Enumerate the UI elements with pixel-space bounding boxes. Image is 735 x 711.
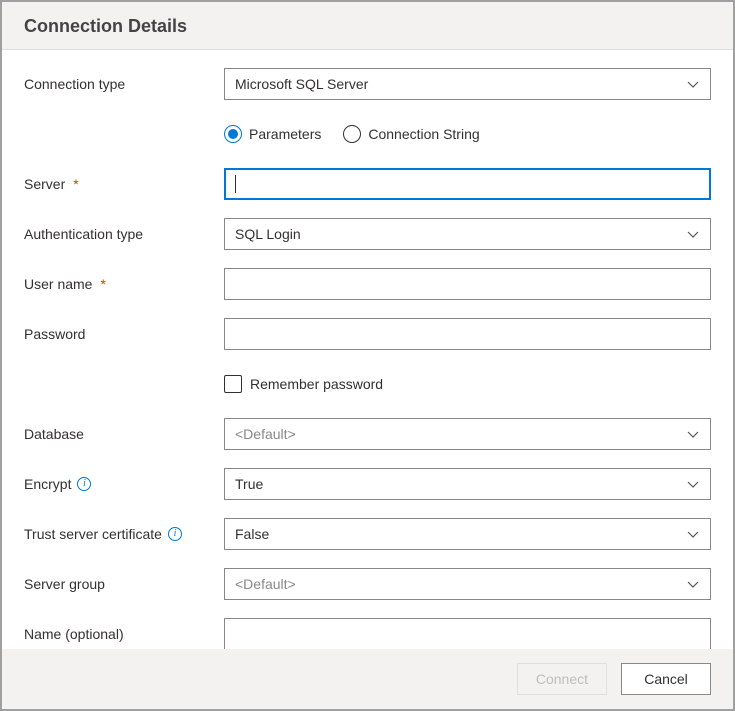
remember-password-checkbox[interactable]: Remember password xyxy=(224,375,711,393)
server-group-value: <Default> xyxy=(235,576,296,592)
label-server: Server * xyxy=(24,176,224,192)
chevron-down-icon xyxy=(686,77,700,91)
database-select[interactable]: <Default> xyxy=(224,418,711,450)
chevron-down-icon xyxy=(686,477,700,491)
radio-parameters[interactable]: Parameters xyxy=(224,125,321,143)
info-icon[interactable]: i xyxy=(168,527,182,541)
cancel-button[interactable]: Cancel xyxy=(621,663,711,695)
label-trust-cert: Trust server certificate i xyxy=(24,526,224,542)
checkbox-unchecked-icon xyxy=(224,375,242,393)
connection-type-select[interactable]: Microsoft SQL Server xyxy=(224,68,711,100)
auth-type-value: SQL Login xyxy=(235,226,301,242)
label-user-name: User name * xyxy=(24,276,224,292)
input-mode-radio-group: Parameters Connection String xyxy=(224,125,711,143)
required-asterisk: * xyxy=(73,176,78,192)
remember-password-label: Remember password xyxy=(250,376,383,392)
encrypt-select[interactable]: True xyxy=(224,468,711,500)
radio-connection-string[interactable]: Connection String xyxy=(343,125,479,143)
radio-connection-string-label: Connection String xyxy=(368,126,479,142)
trust-cert-select[interactable]: False xyxy=(224,518,711,550)
label-server-group: Server group xyxy=(24,576,224,592)
dialog-title: Connection Details xyxy=(2,2,733,50)
text-caret xyxy=(235,175,236,193)
chevron-down-icon xyxy=(686,427,700,441)
dialog-body: Connection type Microsoft SQL Server Par… xyxy=(2,50,733,649)
label-password: Password xyxy=(24,326,224,342)
auth-type-select[interactable]: SQL Login xyxy=(224,218,711,250)
connection-type-value: Microsoft SQL Server xyxy=(235,76,368,92)
encrypt-value: True xyxy=(235,476,263,492)
label-name-optional: Name (optional) xyxy=(24,626,224,642)
dialog-footer: Connect Cancel xyxy=(2,649,733,709)
radio-checked-icon xyxy=(224,125,242,143)
label-connection-type: Connection type xyxy=(24,76,224,92)
server-group-select[interactable]: <Default> xyxy=(224,568,711,600)
label-database: Database xyxy=(24,426,224,442)
trust-cert-value: False xyxy=(235,526,269,542)
chevron-down-icon xyxy=(686,227,700,241)
info-icon[interactable]: i xyxy=(77,477,91,491)
chevron-down-icon xyxy=(686,577,700,591)
chevron-down-icon xyxy=(686,527,700,541)
user-name-input[interactable] xyxy=(224,268,711,300)
server-input[interactable] xyxy=(224,168,711,200)
connection-details-dialog: Connection Details Connection type Micro… xyxy=(0,0,735,711)
label-auth-type: Authentication type xyxy=(24,226,224,242)
required-asterisk: * xyxy=(100,276,105,292)
name-optional-input[interactable] xyxy=(224,618,711,649)
radio-parameters-label: Parameters xyxy=(249,126,321,142)
connect-button[interactable]: Connect xyxy=(517,663,607,695)
label-encrypt: Encrypt i xyxy=(24,476,224,492)
password-input[interactable] xyxy=(224,318,711,350)
database-value: <Default> xyxy=(235,426,296,442)
radio-unchecked-icon xyxy=(343,125,361,143)
